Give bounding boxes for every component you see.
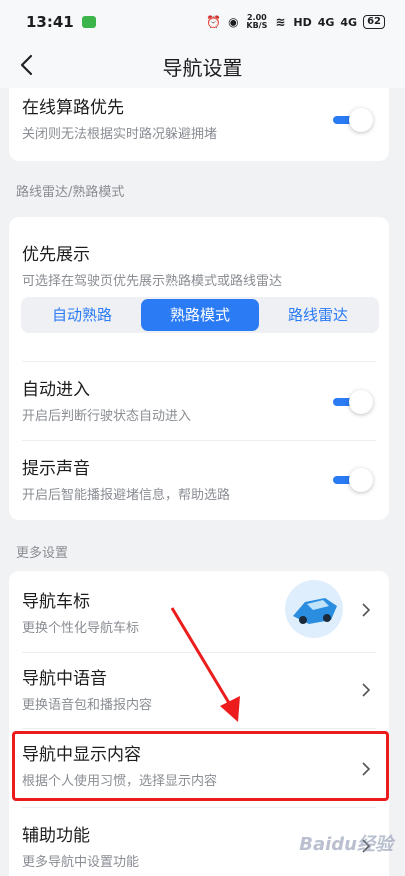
online-routing-title: 在线算路优先 — [22, 98, 124, 118]
prompt-sound-toggle[interactable] — [333, 468, 373, 492]
nav-bar: 导航设置 — [0, 44, 405, 88]
online-routing-card: 在线算路优先 关闭则无法根据实时路况躲避拥堵 — [9, 88, 389, 161]
divider — [22, 652, 376, 653]
hd-label: HD — [293, 15, 312, 29]
section-label-more: 更多设置 — [16, 546, 69, 561]
prompt-sound-row: 提示声音 开启后智能播报避堵信息，帮助选路 — [22, 457, 322, 505]
assist-function-title: 辅助功能 — [22, 826, 90, 846]
priority-display-row: 优先展示 可选择在驾驶页优先展示熟路模式或路线雷达 — [22, 243, 376, 291]
divider — [22, 361, 376, 362]
network-speed: 2.00 KB/S — [246, 13, 268, 30]
auto-enter-subtitle: 开启后判断行驶状态自动进入 — [22, 409, 192, 424]
divider — [22, 728, 376, 729]
segment-radar[interactable]: 路线雷达 — [259, 299, 377, 331]
divider — [22, 440, 376, 441]
auto-enter-row: 自动进入 开启后判断行驶状态自动进入 — [22, 378, 322, 426]
nav-voice-row[interactable]: 导航中语音 更换语音包和播报内容 — [22, 667, 322, 715]
highlight-box — [12, 731, 389, 801]
auto-enter-title: 自动进入 — [22, 380, 90, 400]
assist-function-row[interactable]: 辅助功能 更多导航中设置功能 — [22, 824, 322, 872]
alarm-icon: ⏰ — [206, 15, 222, 29]
car-icon-subtitle: 更换个性化导航车标 — [22, 621, 140, 636]
status-bar: 13:41 ⏰ ◉ 2.00 KB/S ≋ HD 4G 4G 62 — [0, 0, 405, 44]
car-icon-title: 导航车标 — [22, 592, 90, 612]
online-routing-subtitle: 关闭则无法根据实时路况躲避拥堵 — [22, 127, 218, 142]
online-routing-row: 在线算路优先 关闭则无法根据实时路况躲避拥堵 — [22, 96, 376, 144]
prompt-sound-subtitle: 开启后智能播报避堵信息，帮助选路 — [22, 488, 231, 503]
auto-enter-toggle[interactable] — [333, 390, 373, 414]
signal-4g-1: 4G — [317, 15, 335, 29]
location-icon: ◉ — [228, 15, 239, 29]
nav-voice-subtitle: 更换语音包和播报内容 — [22, 698, 153, 713]
priority-display-title: 优先展示 — [22, 245, 90, 265]
page-title: 导航设置 — [162, 56, 243, 80]
watermark-logo: Baidu经验 — [299, 834, 393, 855]
section-label-radar: 路线雷达/熟路模式 — [16, 185, 125, 200]
segment-familiar[interactable]: 熟路模式 — [141, 299, 259, 331]
chevron-right-icon — [362, 683, 371, 697]
status-time: 13:41 — [26, 13, 74, 31]
wifi-icon: ≋ — [275, 15, 286, 29]
signal-4g-2: 4G — [340, 15, 358, 29]
nav-voice-title: 导航中语音 — [22, 669, 107, 689]
divider — [22, 807, 376, 808]
status-icons: ⏰ ◉ 2.00 KB/S ≋ HD 4G 4G 62 — [206, 14, 385, 30]
prompt-sound-title: 提示声音 — [22, 459, 90, 479]
mode-segmented-control: 自动熟路 熟路模式 路线雷达 — [21, 297, 379, 333]
car-avatar-icon — [285, 580, 343, 638]
chevron-right-icon — [362, 603, 371, 617]
priority-display-subtitle: 可选择在驾驶页优先展示熟路模式或路线雷达 — [22, 274, 283, 289]
online-routing-toggle[interactable] — [333, 108, 373, 132]
battery-icon: 62 — [363, 15, 385, 29]
assist-function-subtitle: 更多导航中设置功能 — [22, 855, 140, 870]
segment-auto[interactable]: 自动熟路 — [23, 299, 141, 331]
car-icon-row[interactable]: 导航车标 更换个性化导航车标 — [22, 590, 282, 638]
wechat-icon — [81, 16, 96, 28]
